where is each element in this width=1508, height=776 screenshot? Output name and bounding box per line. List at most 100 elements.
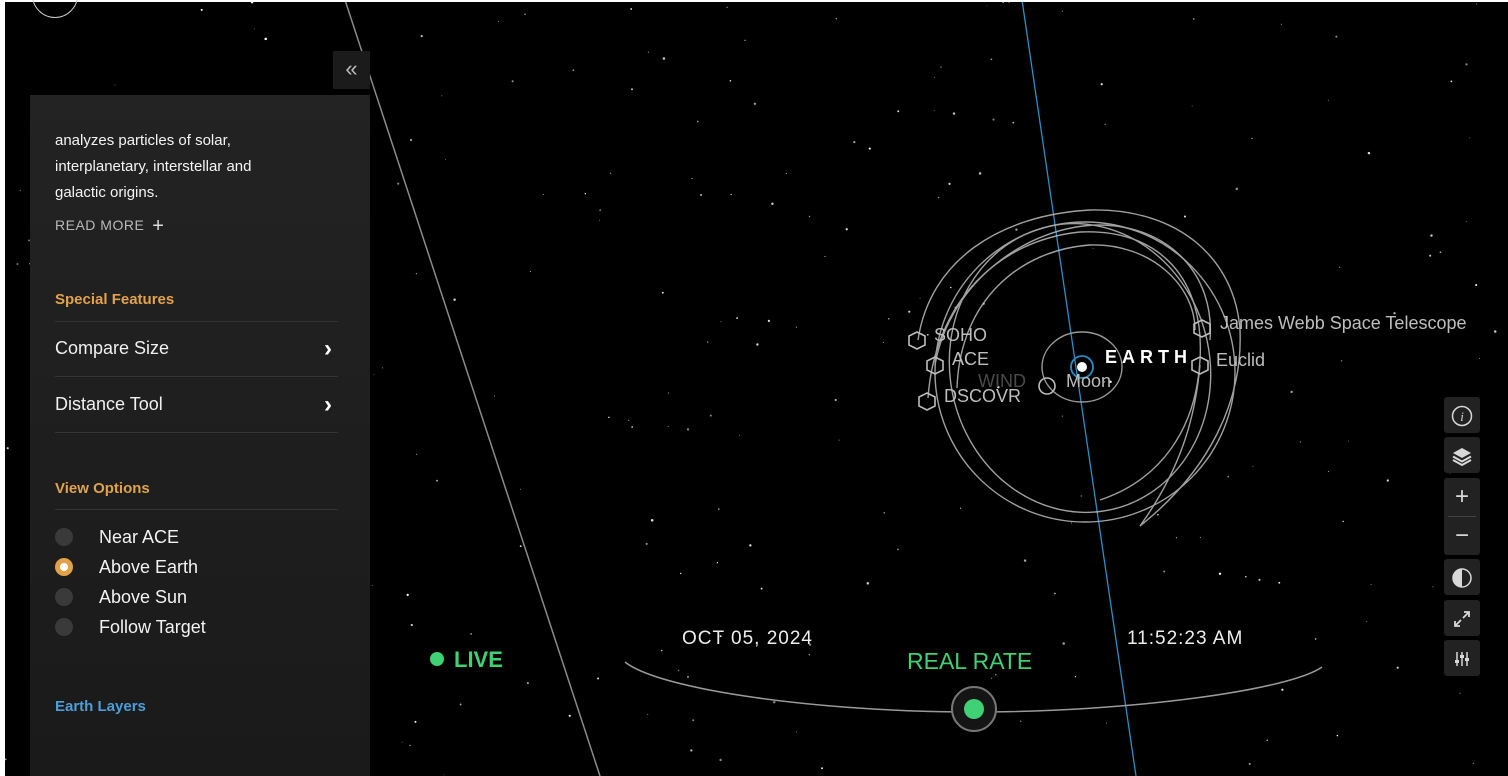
star: [691, 177, 693, 180]
lighting-button[interactable]: [1444, 559, 1480, 595]
time-display: 11:52:23 AM: [1127, 628, 1244, 649]
star: [795, 731, 797, 733]
radio-button[interactable]: [55, 588, 73, 606]
star: [647, 713, 649, 715]
star: [608, 416, 610, 419]
star: [729, 79, 732, 82]
layers-button[interactable]: [1444, 437, 1480, 473]
star: [529, 271, 531, 273]
star: [1244, 575, 1247, 578]
star: [1472, 762, 1475, 764]
star: [1020, 720, 1022, 722]
star: [1258, 578, 1261, 581]
star: [406, 593, 409, 597]
star: [1396, 666, 1399, 669]
star: [1479, 358, 1480, 359]
star: [373, 374, 375, 376]
star: [1266, 739, 1268, 741]
radio-button[interactable]: [55, 618, 73, 636]
star: [1199, 536, 1201, 538]
earth-label[interactable]: EARTH: [1105, 347, 1192, 368]
view-options-title: View Options: [55, 480, 150, 497]
star: [519, 488, 521, 490]
star: [1192, 18, 1195, 20]
star: [415, 273, 418, 275]
star: [264, 37, 267, 41]
star: [572, 69, 575, 72]
star: [397, 182, 400, 185]
view-option-label: Follow Target: [99, 617, 206, 637]
spacecraft-label-wind[interactable]: WIND: [978, 371, 1026, 392]
star: [524, 13, 526, 15]
fullscreen-button[interactable]: [1444, 600, 1480, 636]
star: [760, 587, 763, 590]
star: [835, 18, 837, 20]
star: [599, 219, 600, 221]
spacecraft-label-jwst[interactable]: James Webb Space Telescope: [1220, 313, 1466, 334]
star: [631, 88, 633, 91]
star: [853, 140, 856, 144]
radio-button[interactable]: [55, 528, 73, 546]
star: [1061, 10, 1063, 12]
window-frame-top: [0, 0, 1508, 2]
distance-tool-button[interactable]: Distance Tool ›: [55, 377, 338, 433]
star: [1278, 581, 1281, 584]
star: [808, 654, 810, 656]
star: [1347, 440, 1349, 442]
star: [696, 120, 699, 123]
star: [897, 548, 899, 551]
star: [1342, 520, 1344, 523]
star: [950, 286, 952, 289]
star: [838, 439, 840, 441]
live-button[interactable]: LIVE: [430, 647, 503, 673]
time-rate-knob[interactable]: [951, 686, 997, 732]
star: [730, 193, 732, 196]
compare-size-button[interactable]: Compare Size ›: [55, 321, 338, 377]
star: [667, 392, 669, 394]
star: [882, 341, 884, 343]
star: [253, 28, 255, 30]
read-more-label: READ MORE: [55, 217, 145, 233]
radio-button-selected[interactable]: [55, 558, 73, 576]
star: [1386, 479, 1389, 482]
info-button[interactable]: i: [1444, 397, 1480, 433]
star: [1054, 592, 1056, 595]
spacecraft-label-moon[interactable]: Moon: [1066, 371, 1111, 392]
star: [1248, 762, 1251, 765]
window-frame-left: [0, 0, 5, 776]
spacecraft-label-soho[interactable]: SOHO: [934, 325, 987, 346]
star: [1469, 137, 1471, 139]
moon-marker-icon: [1038, 377, 1056, 395]
star: [1432, 586, 1434, 588]
star: [409, 138, 413, 142]
star: [933, 76, 935, 78]
star: [795, 326, 797, 328]
collapse-panel-button[interactable]: «: [333, 51, 370, 89]
special-features-title: Special Features: [55, 291, 175, 308]
spacecraft-label-euclid[interactable]: Euclid: [1216, 350, 1265, 371]
star: [716, 562, 719, 564]
date-display: OCT 05, 2024: [682, 628, 814, 649]
star: [1281, 688, 1284, 691]
star: [114, 84, 116, 86]
star: [1012, 121, 1015, 124]
star: [1252, 465, 1254, 467]
star: [645, 542, 648, 545]
star: [647, 51, 649, 53]
zoom-in-button[interactable]: +: [1444, 478, 1480, 516]
settings-button[interactable]: [1444, 640, 1480, 676]
divider: [55, 509, 338, 510]
star: [1465, 63, 1468, 66]
star: [986, 5, 988, 7]
spacecraft-label-ace[interactable]: ACE: [952, 349, 989, 370]
read-more-link[interactable]: READ MORE +: [55, 215, 164, 238]
star: [526, 682, 529, 685]
zoom-out-button[interactable]: −: [1444, 517, 1480, 555]
star: [940, 66, 942, 68]
star: [1430, 234, 1433, 237]
star: [959, 507, 962, 509]
star: [883, 512, 886, 514]
star: [1218, 572, 1222, 576]
star: [631, 426, 634, 428]
star: [739, 434, 740, 436]
